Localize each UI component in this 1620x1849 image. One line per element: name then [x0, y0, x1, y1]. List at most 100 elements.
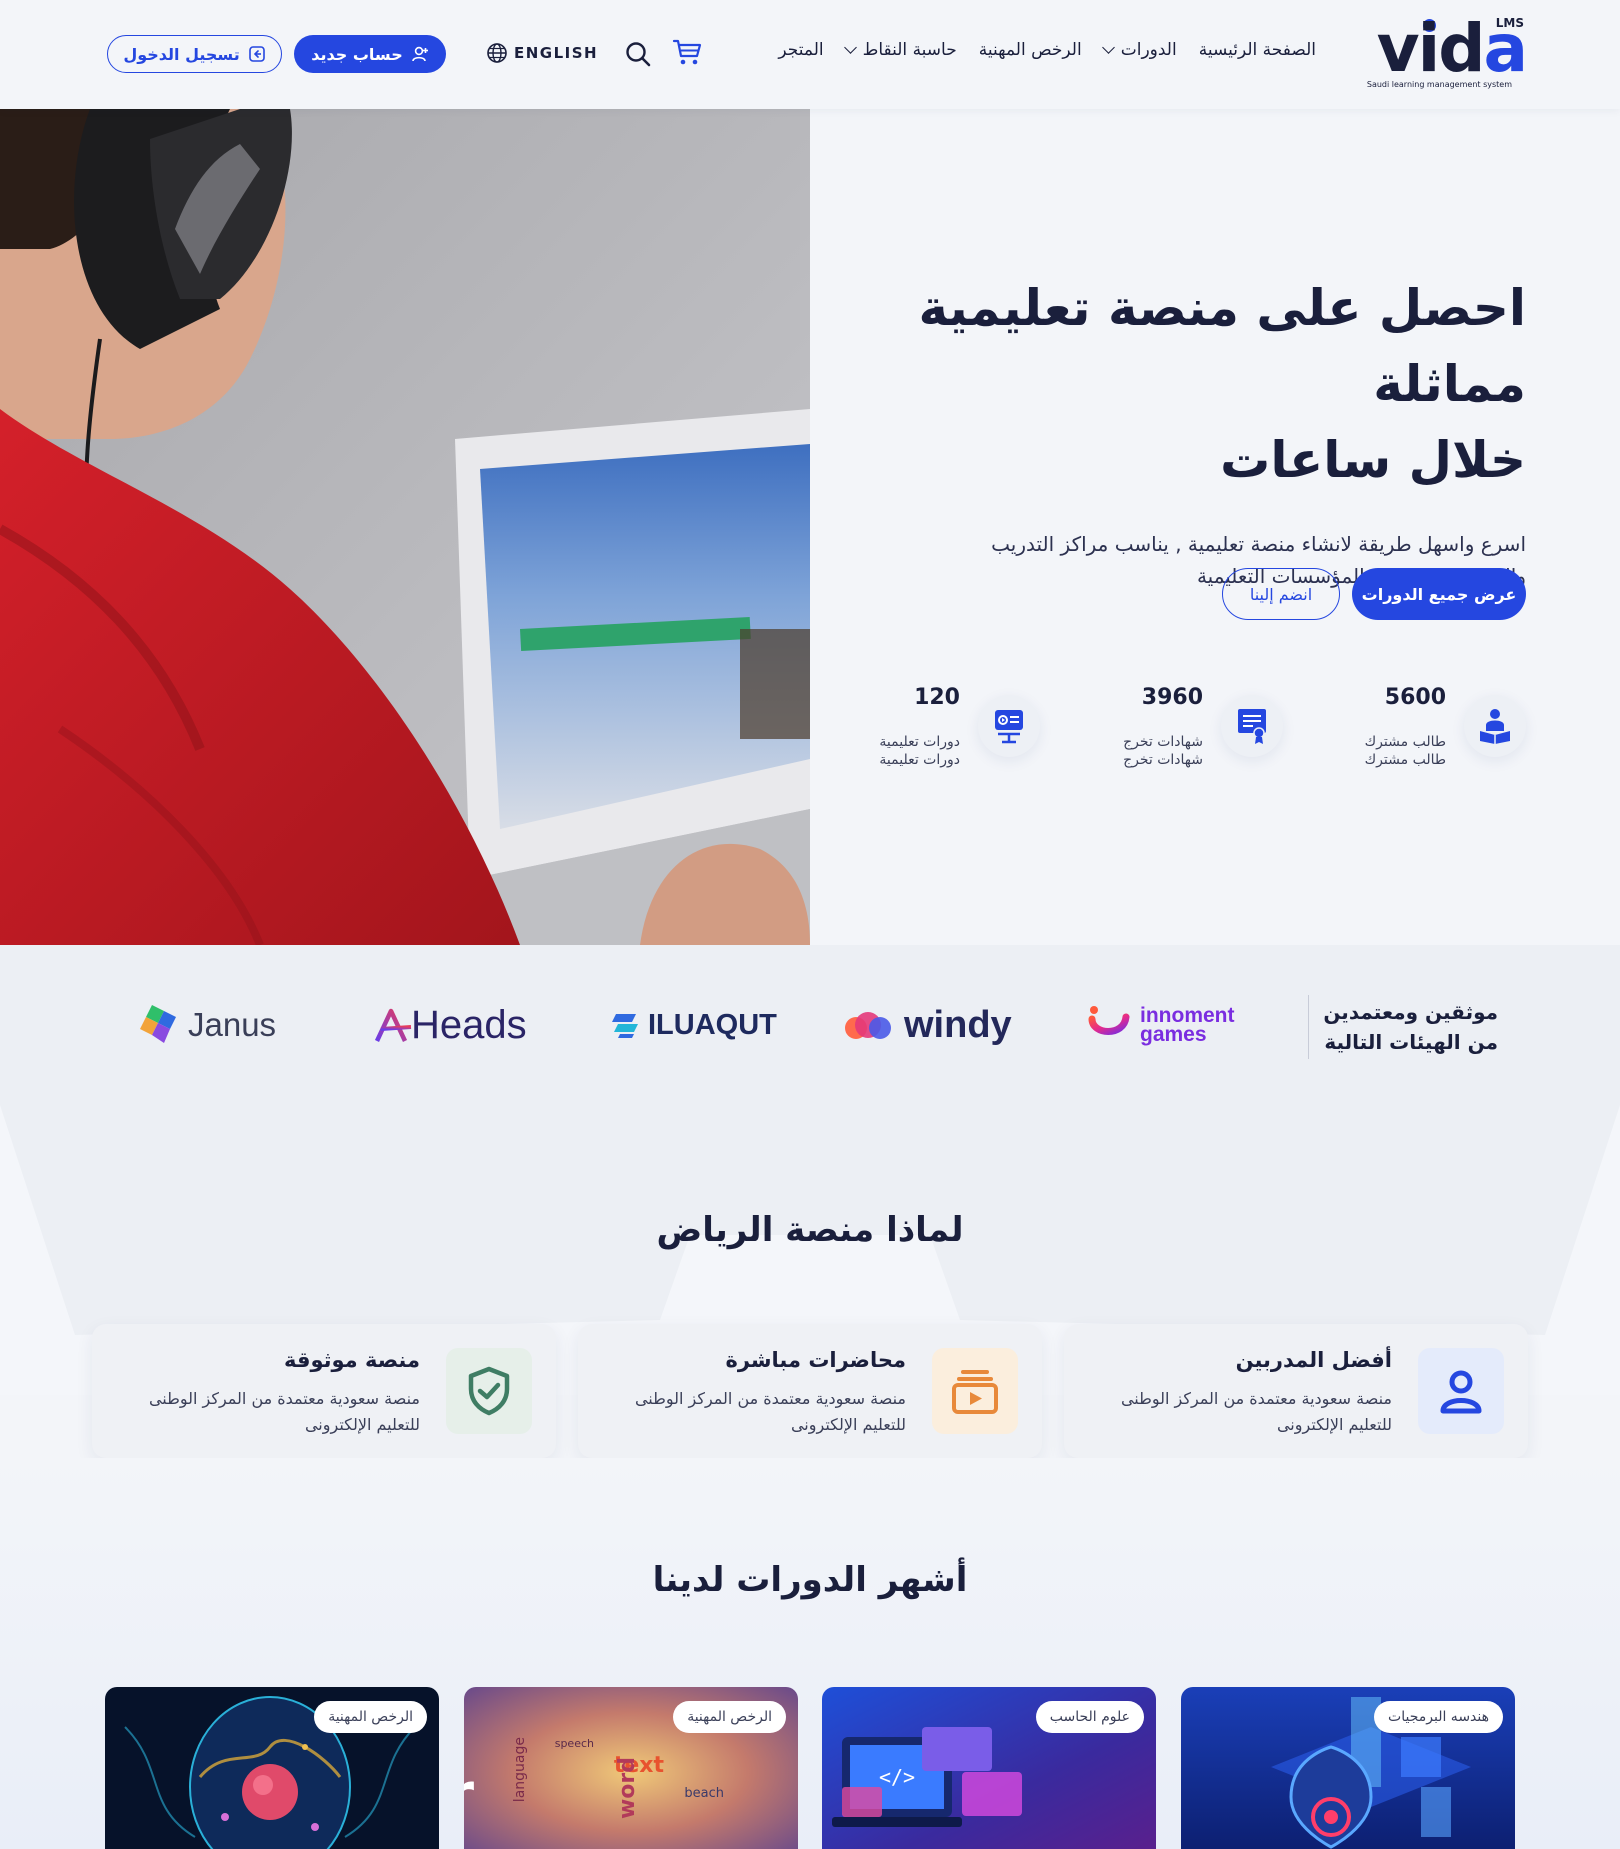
- feature-description: منصة سعودية معتمدة من المركز الوطنى للتع…: [1120, 1389, 1392, 1434]
- nav-item-licenses[interactable]: الرخص المهنية: [979, 40, 1082, 60]
- stat-value: 5600: [1384, 685, 1446, 710]
- hero-title: احصل على منصة تعليمية مماثلة خلال ساعات: [826, 270, 1526, 498]
- stat-label: طالب مشترك طالب مشترك: [1365, 733, 1446, 769]
- user-icon: [1418, 1348, 1504, 1434]
- windy-mark-icon: [845, 1012, 891, 1039]
- register-button[interactable]: حساب جديد: [294, 35, 446, 73]
- nav-item-label: الصفحة الرئيسية: [1198, 40, 1316, 60]
- partner-logo-windy: windy: [842, 995, 1012, 1055]
- partners-strip: موثقين ومعتمدين من الهيئات التالية innom…: [0, 945, 1620, 1095]
- nav-item-points-calculator[interactable]: حاسبة النقاط: [843, 40, 957, 60]
- site-header: vida LMS Saudi learning management syste…: [0, 0, 1620, 109]
- janus-mark-icon: [140, 1005, 176, 1043]
- search-icon[interactable]: [624, 40, 652, 68]
- windy-wordmark: windy: [904, 1003, 1012, 1046]
- language-label: ENGLISH: [514, 44, 599, 62]
- nav-item-home[interactable]: الصفحة الرئيسية: [1199, 40, 1316, 60]
- course-category-tag: الرخص المهنية: [673, 1701, 786, 1733]
- nav-item-label: الرخص المهنية: [978, 40, 1082, 60]
- heads-wordmark: Heads: [411, 1002, 527, 1047]
- feature-description: منصة سعودية معتمدة من المركز الوطنى للتع…: [634, 1389, 906, 1434]
- stat-value: 120: [914, 685, 960, 710]
- svg-text:speech: speech: [555, 1737, 594, 1750]
- hero-photo-student: [0, 109, 810, 945]
- svg-text:</>: </>: [879, 1765, 915, 1789]
- feature-title: أفضل المدربين: [1235, 1348, 1392, 1372]
- chevron-down-icon: [1101, 41, 1115, 54]
- feature-card-trusted-platform: منصة موثوقة منصة سعودية معتمدة من المركز…: [92, 1324, 556, 1458]
- join-us-button[interactable]: انضم إلينا: [1222, 568, 1340, 620]
- stat-label-line-2: دورات تعليمية: [879, 752, 960, 768]
- stat-students: 5600 طالب مشترك طالب مشترك: [1316, 685, 1526, 785]
- cart-icon[interactable]: [672, 38, 702, 66]
- partner-logo-iluaqut: ILUAQUT: [610, 995, 777, 1055]
- logo-badge: LMS: [1495, 16, 1524, 30]
- partner-logo-janus: Janus: [136, 995, 276, 1055]
- course-category-tag: الرخص المهنية: [314, 1701, 427, 1733]
- partner-logo-innoment: innoment games: [1086, 995, 1235, 1055]
- stat-label-line-2: طالب مشترك: [1364, 752, 1446, 768]
- hero-actions: عرض جميع الدورات انضم إلينا: [1222, 568, 1526, 620]
- video-playlist-icon: [932, 1348, 1018, 1434]
- stat-label-line-2: شهادات تخرج: [1123, 752, 1203, 768]
- why-section-title: لماذا منصة الرياض: [656, 1210, 964, 1250]
- feature-card-best-trainers: أفضل المدربين منصة سعودية معتمدة من المر…: [1064, 1324, 1528, 1458]
- iluaqut-mark-icon: [612, 1014, 638, 1038]
- login-icon: [248, 46, 265, 62]
- globe-icon: [487, 43, 507, 63]
- hero-image: [0, 109, 810, 945]
- course-category-tag: علوم الحاسب: [1035, 1701, 1144, 1733]
- brand-logo[interactable]: vida LMS Saudi learning management syste…: [1366, 16, 1528, 92]
- stat-value: 3960: [1141, 685, 1203, 710]
- main-nav: الصفحة الرئيسية الدورات الرخص المهنية حا…: [778, 40, 1316, 60]
- partners-title: موثقين ومعتمدين من الهيئات التالية: [1323, 997, 1498, 1057]
- hero-subtitle-line-1: اسرع واسهل طريقة لانشاء منصة تعليمية , ي…: [991, 532, 1526, 556]
- nav-item-label: المتجر: [778, 40, 824, 60]
- hero-title-line-1: احصل على منصة تعليمية مماثلة: [918, 279, 1526, 413]
- partners-divider: [1308, 995, 1309, 1059]
- heads-mark-icon: [374, 1008, 412, 1042]
- logo-tagline: Saudi learning management system: [1366, 80, 1512, 89]
- innoment-wordmark: innoment games: [1140, 1005, 1235, 1045]
- nav-item-label: الدورات: [1120, 40, 1177, 60]
- stat-label-line-1: طالب مشترك: [1364, 734, 1446, 750]
- certificate-icon: [1221, 695, 1283, 757]
- janus-wordmark: Janus: [188, 1006, 277, 1043]
- hero-stats: 5600 طالب مشترك طالب مشترك 3960 شهادات ت…: [846, 685, 1526, 785]
- register-label: حساب جديد: [311, 44, 403, 64]
- stat-label-line-1: دورات تعليمية: [879, 734, 960, 750]
- partner-logo-heads: Heads: [373, 995, 527, 1055]
- hero-title-line-2: خلال ساعات: [1220, 431, 1526, 489]
- course-card[interactable]: grammar text language word beach speech …: [464, 1687, 798, 1849]
- course-card[interactable]: الرخص المهنية: [105, 1687, 439, 1849]
- courses-section-title: أشهر الدورات لدينا: [652, 1560, 968, 1600]
- login-button[interactable]: تسجيل الدخول: [107, 35, 282, 73]
- course-card[interactable]: هندسه البرمجيات: [1181, 1687, 1515, 1849]
- course-card[interactable]: </> علوم الحاسب: [822, 1687, 1156, 1849]
- stat-label-line-1: شهادات تخرج: [1123, 734, 1203, 750]
- feature-description: منصة سعودية معتمدة من المركز الوطنى للتع…: [148, 1389, 420, 1434]
- add-user-icon: [411, 46, 428, 62]
- innoment-mark-icon: [1088, 1006, 1130, 1035]
- view-all-courses-button[interactable]: عرض جميع الدورات: [1352, 568, 1526, 620]
- svg-text:word: word: [615, 1757, 640, 1819]
- stat-label: دورات تعليمية دورات تعليمية: [879, 733, 960, 769]
- feature-title: منصة موثوقة: [283, 1348, 420, 1372]
- svg-text:language: language: [512, 1737, 528, 1802]
- svg-text:beach: beach: [684, 1786, 724, 1801]
- nav-item-store[interactable]: المتجر: [778, 40, 823, 60]
- login-label: تسجيل الدخول: [123, 44, 240, 64]
- partners-title-line-1: موثقين ومعتمدين: [1323, 1000, 1498, 1024]
- svg-text:grammar: grammar: [464, 1762, 474, 1825]
- presentation-icon: [978, 695, 1040, 757]
- feature-card-live-lectures: محاضرات مباشرة منصة سعودية معتمدة من الم…: [578, 1324, 1042, 1458]
- nav-item-label: حاسبة النقاط: [862, 40, 957, 60]
- hero-text-block: احصل على منصة تعليمية مماثلة خلال ساعات …: [826, 270, 1526, 592]
- nav-item-courses[interactable]: الدورات: [1101, 40, 1177, 60]
- feature-title: محاضرات مباشرة: [725, 1348, 906, 1372]
- stat-certificates: 3960 شهادات تخرج شهادات تخرج: [1073, 685, 1283, 785]
- stat-label: شهادات تخرج شهادات تخرج: [1123, 733, 1203, 769]
- language-switch[interactable]: ENGLISH: [486, 42, 598, 64]
- shield-check-icon: [446, 1348, 532, 1434]
- chevron-down-icon: [843, 41, 857, 54]
